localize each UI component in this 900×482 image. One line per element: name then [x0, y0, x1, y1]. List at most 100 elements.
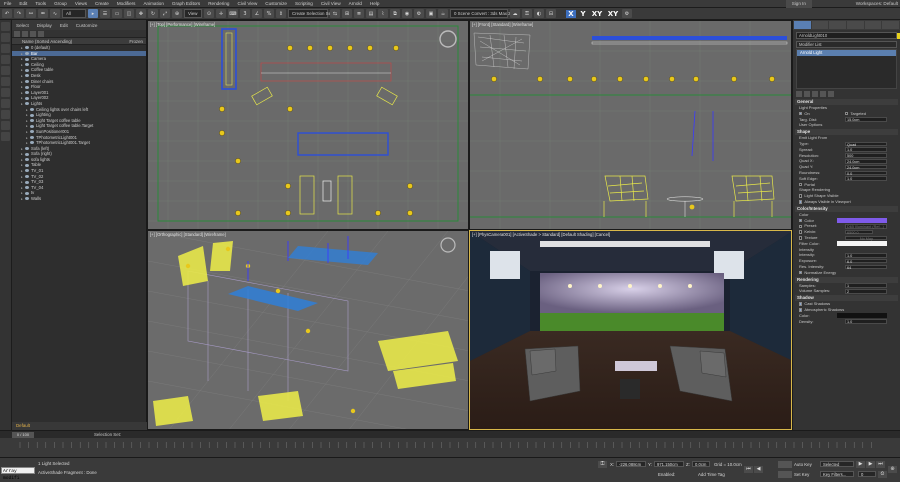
key-mode-dropdown[interactable]: Selected: [820, 461, 854, 467]
modify-tab-icon[interactable]: [811, 21, 829, 29]
render-frame-icon[interactable]: ▣: [426, 9, 436, 18]
track-bar[interactable]: [0, 438, 900, 458]
move-icon[interactable]: ✥: [136, 9, 146, 18]
constraint-xy-cycle-button[interactable]: XY: [606, 10, 620, 18]
menu-item-arnold[interactable]: Arnold: [345, 1, 366, 6]
kelvin-radio-dot[interactable]: [799, 230, 803, 234]
explorer-tab-customize[interactable]: Customize: [72, 23, 102, 28]
named-selection-dropdown[interactable]: Create Selection Set: [288, 9, 332, 18]
param-spinner[interactable]: 500: [845, 153, 887, 158]
rect-select-icon[interactable]: ▭: [112, 9, 122, 18]
snap-toggle-icon[interactable]: 3: [240, 9, 250, 18]
visibility-eye-icon[interactable]: [25, 79, 29, 83]
add-time-tag-button[interactable]: Add Time Tag: [698, 472, 725, 477]
explorer-column-header[interactable]: Name (Sorted Ascending) Frozen: [12, 38, 146, 45]
motion-tab-icon[interactable]: [847, 21, 864, 29]
select-by-name-icon[interactable]: ☰: [100, 9, 110, 18]
menu-item-help[interactable]: Help: [366, 1, 383, 6]
curve-editor-icon[interactable]: ⌇: [378, 9, 388, 18]
visibility-eye-icon[interactable]: [30, 141, 34, 145]
pivot-icon[interactable]: ⊙: [204, 9, 214, 18]
stack-item-arnold-light[interactable]: Arnold Light: [797, 50, 896, 56]
visibility-eye-icon[interactable]: [25, 186, 29, 190]
menu-item-tools[interactable]: Tools: [31, 1, 50, 6]
param-spinner[interactable]: 64: [845, 264, 887, 270]
preset-dropdown[interactable]: D65 Illuminant (Ref...): [845, 223, 887, 229]
visibility-eye-icon[interactable]: [25, 147, 29, 151]
visibility-eye-icon[interactable]: [30, 135, 34, 139]
shadow-density-spinner[interactable]: 1.0: [845, 319, 887, 324]
always-visible-check[interactable]: [799, 200, 803, 204]
sign-in-button[interactable]: Sign In: [785, 0, 812, 8]
toggle-ribbon-icon[interactable]: ▤: [366, 9, 376, 18]
visibility-eye-icon[interactable]: [25, 158, 29, 162]
preset-radio-dot[interactable]: [799, 224, 803, 228]
user-options-label[interactable]: User Options: [793, 122, 900, 128]
zoom-extents-icon[interactable]: ⊕: [888, 466, 897, 473]
viewport-label[interactable]: [+] [Front] [Standard] [Wireframe]: [472, 22, 533, 27]
viewport-label[interactable]: [+] [Orthographic] [Standard] [Wireframe…: [150, 232, 226, 237]
object-name-field[interactable]: ArnoldLight010: [796, 32, 900, 39]
visibility-eye-icon[interactable]: [25, 197, 29, 201]
render-setup-icon[interactable]: ⚙: [414, 9, 424, 18]
make-unique-icon[interactable]: [812, 91, 818, 97]
lock-icon[interactable]: ⚿: [522, 9, 532, 18]
filter-color-swatch[interactable]: [837, 241, 887, 246]
visibility-eye-icon[interactable]: [25, 51, 29, 55]
visibility-eye-icon[interactable]: [25, 96, 29, 100]
lock-selection-icon[interactable]: ⚿: [598, 461, 607, 468]
pin-stack-icon[interactable]: [796, 91, 802, 97]
place-icon[interactable]: ⊕: [172, 9, 182, 18]
coord-x-field[interactable]: -226.088cm: [616, 461, 646, 467]
scene-explorer-icon[interactable]: [1, 33, 10, 42]
param-spinner[interactable]: 1.0: [845, 176, 887, 181]
schematic-view-icon[interactable]: ⧉: [390, 9, 400, 18]
menu-item-rendering[interactable]: Rendering: [204, 1, 233, 6]
atmospheric-shadows-check[interactable]: [799, 308, 803, 312]
sort-icon[interactable]: [38, 31, 44, 37]
filter-helpers-icon[interactable]: [1, 110, 10, 119]
filter-cameras-icon[interactable]: [1, 99, 10, 108]
menu-item-file[interactable]: File: [0, 1, 15, 6]
select-object-icon[interactable]: ▸: [88, 9, 98, 18]
remove-modifier-icon[interactable]: [820, 91, 826, 97]
container-icon[interactable]: [1, 55, 10, 64]
always-visible-checkbox[interactable]: Always Visible in Viewport: [793, 199, 900, 205]
visibility-eye-icon[interactable]: [25, 180, 29, 184]
select-tool-icon[interactable]: [1, 22, 10, 31]
targeted-check[interactable]: [845, 112, 849, 116]
bind-space-warp-icon[interactable]: ∿: [50, 9, 60, 18]
render-preset-dropdown[interactable]: 0 Scene Convert : 3ds Max 2023: [450, 9, 518, 18]
render-cloud-icon[interactable]: ☁: [510, 9, 520, 18]
filter-geometry-icon[interactable]: [1, 66, 10, 75]
viewport-camera[interactable]: [+] [PhysCamera001] [ActiveShade > Stand…: [469, 230, 792, 430]
portal-check[interactable]: [799, 182, 803, 187]
settings-icon[interactable]: ⚙: [622, 9, 632, 18]
viewport-orthographic[interactable]: [+] [Orthographic] [Standard] [Wireframe…: [147, 230, 469, 430]
coord-z-field[interactable]: 0.0cm: [692, 461, 710, 467]
visibility-eye-icon[interactable]: [25, 152, 29, 156]
show-end-result-icon[interactable]: [804, 91, 810, 97]
explorer-tab-display[interactable]: Display: [33, 23, 56, 28]
redo-icon[interactable]: ↷: [14, 9, 24, 18]
set-key-icon[interactable]: [778, 471, 792, 478]
normalize-energy-check[interactable]: [799, 270, 803, 275]
maxscript-listener-input[interactable]: Array modifi: [1, 467, 35, 481]
angle-snap-icon[interactable]: ∠: [252, 9, 262, 18]
go-to-start-icon[interactable]: ⏮: [744, 466, 753, 473]
constraint-x-button[interactable]: X: [566, 9, 576, 18]
align-icon[interactable]: ⊞: [342, 9, 352, 18]
search-icon[interactable]: [14, 31, 20, 37]
viewport-top[interactable]: [+] [Top] [Performance] [Wireframe]: [147, 20, 469, 230]
color-radio-dot[interactable]: [799, 218, 803, 223]
auto-key-icon[interactable]: [778, 461, 792, 468]
viewport-layout-icon[interactable]: ⊟: [546, 9, 556, 18]
menu-item-edit[interactable]: Edit: [15, 1, 31, 6]
param-spinner[interactable]: 1: [845, 283, 887, 288]
set-key-button[interactable]: Set Key: [794, 472, 809, 477]
current-frame-field[interactable]: 0: [858, 471, 876, 477]
undo-icon[interactable]: ↶: [2, 9, 12, 18]
menu-item-civil-view[interactable]: Civil View: [317, 1, 345, 6]
menu-item-group[interactable]: Group: [50, 1, 71, 6]
param-spinner[interactable]: 2: [845, 288, 887, 294]
